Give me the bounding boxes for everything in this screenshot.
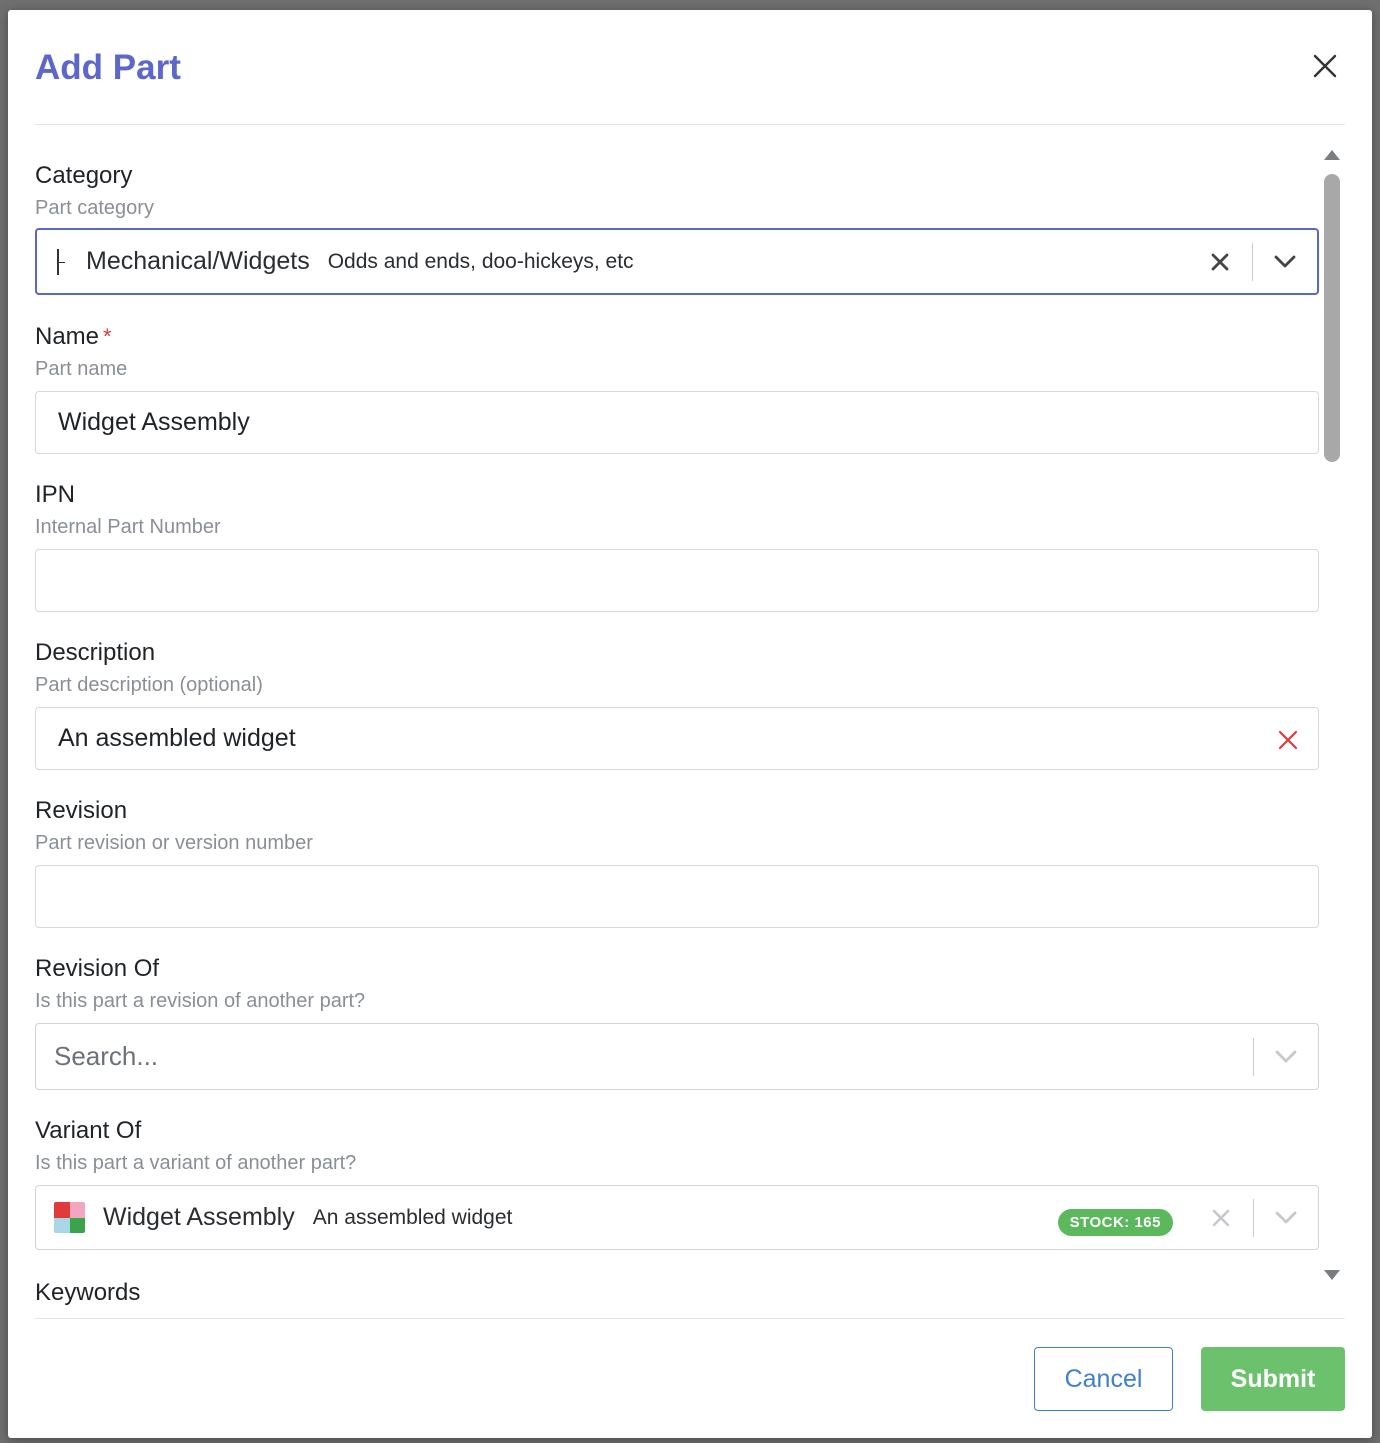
revision-of-field: Revision Of Is this part a revision of a…: [35, 953, 1319, 1090]
ipn-label: IPN: [35, 481, 76, 508]
dialog-body: Category Part category Mechanical/Widget…: [35, 138, 1345, 1318]
scroll-down-arrow-icon[interactable]: [1324, 1270, 1340, 1280]
ipn-help: Internal Part Number: [35, 516, 221, 538]
description-help: Part description (optional): [35, 674, 263, 696]
scroll-up-arrow-icon[interactable]: [1324, 150, 1340, 160]
chevron-down-icon: [1274, 255, 1296, 267]
description-label: Description: [35, 639, 156, 666]
revision-help: Part revision or version number: [35, 832, 313, 854]
revision-of-dropdown-toggle[interactable]: [1254, 1024, 1318, 1089]
chevron-down-icon: [1275, 1050, 1297, 1062]
description-clear-button[interactable]: [1278, 728, 1298, 757]
category-value-description: Odds and ends, doo-hickeys, etc: [327, 249, 634, 273]
part-thumbnail: [54, 1202, 85, 1233]
close-icon: [1313, 54, 1337, 78]
clear-icon: [1212, 1209, 1230, 1226]
clear-icon: [1278, 730, 1298, 750]
revision-field: Revision Part revision or version number: [35, 795, 1319, 928]
category-select[interactable]: Mechanical/Widgets Odds and ends, doo-hi…: [35, 228, 1319, 295]
chevron-down-icon: [1275, 1211, 1297, 1223]
close-button[interactable]: [1305, 46, 1345, 86]
scrollbar[interactable]: [1316, 148, 1346, 1298]
description-field: Description Part description (optional) …: [35, 637, 1319, 770]
category-dropdown-toggle[interactable]: [1253, 230, 1317, 293]
variant-of-label: Variant Of: [35, 1117, 142, 1144]
description-value: An assembled widget: [58, 724, 296, 752]
revision-of-label: Revision Of: [35, 955, 160, 982]
variant-of-value-description: An assembled widget: [312, 1205, 513, 1229]
category-label: Category: [35, 162, 133, 189]
name-label: Name *: [35, 323, 112, 350]
text-caret: [57, 248, 65, 275]
variant-of-clear-button[interactable]: [1189, 1186, 1253, 1249]
revision-input[interactable]: [35, 865, 1319, 928]
keywords-label: Keywords: [35, 1279, 141, 1306]
variant-of-field: Variant Of Is this part a variant of ano…: [35, 1115, 1319, 1250]
dialog-header: Add Part: [35, 10, 1345, 125]
category-clear-button[interactable]: [1188, 230, 1252, 293]
variant-of-dropdown-toggle[interactable]: [1254, 1186, 1318, 1249]
dialog-title: Add Part: [35, 48, 181, 87]
variant-of-value: Widget Assembly: [103, 1203, 295, 1231]
revision-of-help: Is this part a revision of another part?: [35, 990, 366, 1012]
keywords-field: Keywords: [35, 1277, 1319, 1309]
dialog-footer: Cancel Submit: [35, 1318, 1345, 1438]
clear-icon: [1211, 253, 1229, 270]
revision-label: Revision: [35, 797, 128, 824]
category-value: Mechanical/Widgets: [86, 247, 310, 275]
scrollbar-thumb[interactable]: [1324, 174, 1340, 462]
revision-of-select[interactable]: Search...: [35, 1023, 1319, 1090]
category-field: Category Part category Mechanical/Widget…: [35, 160, 1319, 295]
revision-of-placeholder: Search...: [54, 1041, 159, 1071]
name-input[interactable]: Widget Assembly: [35, 391, 1319, 454]
add-part-dialog: Add Part Category Part category Mechanic…: [8, 10, 1372, 1438]
description-input[interactable]: An assembled widget: [35, 707, 1319, 770]
stock-badge: STOCK: 165: [1057, 1209, 1173, 1236]
cancel-button[interactable]: Cancel: [1034, 1347, 1173, 1411]
submit-button[interactable]: Submit: [1201, 1347, 1345, 1411]
required-marker: *: [103, 324, 112, 349]
category-help: Part category: [35, 197, 154, 219]
variant-of-select[interactable]: Widget Assembly An assembled widget STOC…: [35, 1185, 1319, 1250]
name-field: Name * Part name Widget Assembly: [35, 321, 1319, 454]
ipn-input[interactable]: [35, 549, 1319, 612]
variant-of-help: Is this part a variant of another part?: [35, 1152, 357, 1174]
ipn-field: IPN Internal Part Number: [35, 479, 1319, 612]
name-help: Part name: [35, 358, 128, 380]
